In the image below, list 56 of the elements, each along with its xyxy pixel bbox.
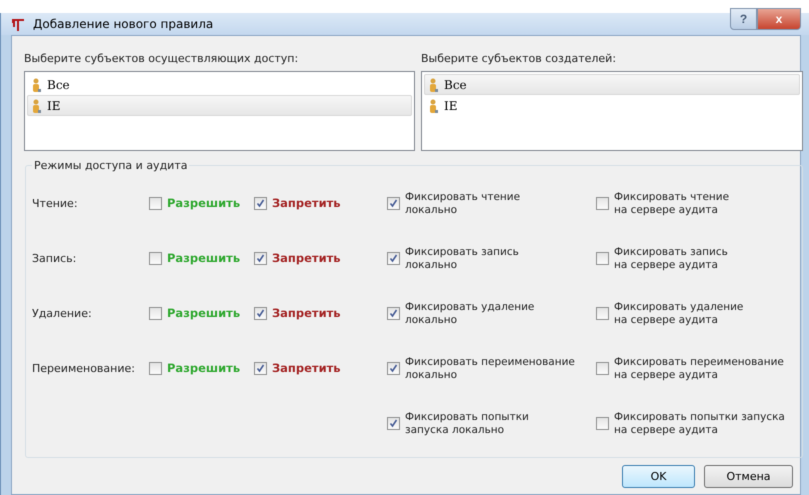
- checkbox-label: Фиксировать удаление на сервере аудита: [614, 300, 744, 326]
- checkbox[interactable]: [387, 362, 400, 375]
- checkbox[interactable]: [254, 307, 267, 320]
- checkbox-label: Запретить: [272, 197, 341, 210]
- logo-icon: [11, 18, 25, 30]
- checkbox[interactable]: [387, 252, 400, 265]
- checkbox-label: Разрешить: [167, 307, 240, 320]
- row-label: Запись:: [32, 252, 78, 265]
- checkbox[interactable]: [596, 417, 609, 430]
- checkbox-label: Фиксировать запись локально: [405, 246, 519, 272]
- checkbox[interactable]: [387, 417, 400, 430]
- checkbox-label: Фиксировать чтение на сервере аудита: [614, 190, 730, 216]
- row-label: Удаление:: [32, 307, 93, 320]
- checkbox[interactable]: [596, 307, 609, 320]
- checkbox-label: Фиксировать чтение локально: [405, 190, 520, 216]
- checkbox[interactable]: [149, 252, 162, 265]
- checkbox-label: Фиксировать попытки запуска на сервере аудита: [614, 410, 785, 436]
- checkbox-label: Запретить: [272, 252, 341, 265]
- user-icon: [32, 98, 41, 112]
- cancel-button[interactable]: Отмена: [704, 465, 793, 488]
- list-item[interactable]: IE: [27, 95, 412, 116]
- checkbox[interactable]: [254, 252, 267, 265]
- user-icon: [429, 78, 438, 92]
- list-item[interactable]: Все: [27, 74, 412, 95]
- checkbox[interactable]: [596, 362, 609, 375]
- row-label: Переименование:: [32, 362, 136, 375]
- checkbox-label: Фиксировать переименование локально: [405, 356, 575, 382]
- row-label: Чтение:: [32, 197, 79, 210]
- checkbox-label: Запретить: [272, 307, 341, 320]
- checkbox-label: Фиксировать попытки запуска локально: [405, 410, 529, 436]
- checkbox-label: Запретить: [272, 362, 341, 375]
- checkbox-label: Разрешить: [167, 252, 240, 265]
- list-label: Выберите субъектов осуществляющих доступ:: [24, 52, 300, 65]
- checkbox-label: Разрешить: [167, 197, 240, 210]
- checkbox[interactable]: [387, 307, 400, 320]
- checkbox-label: Фиксировать запись на сервере аудита: [614, 246, 728, 272]
- checkbox-label: Разрешить: [167, 362, 240, 375]
- group-title: Режимы доступа и аудита: [33, 159, 188, 172]
- user-icon: [32, 78, 41, 92]
- checkbox[interactable]: [149, 362, 162, 375]
- checkbox[interactable]: [596, 197, 609, 210]
- list-label: Выберите субъектов создателей:: [421, 52, 618, 65]
- checkbox[interactable]: [149, 197, 162, 210]
- ok-button[interactable]: OK: [622, 465, 695, 488]
- checkbox[interactable]: [254, 362, 267, 375]
- checkbox[interactable]: [596, 252, 609, 265]
- checkbox[interactable]: [149, 307, 162, 320]
- user-icon: [429, 98, 438, 112]
- checkbox[interactable]: [254, 197, 267, 210]
- help-button[interactable]: ?: [730, 8, 757, 30]
- checkbox[interactable]: [387, 197, 400, 210]
- list-item[interactable]: IE: [424, 95, 800, 116]
- checkbox-label: Фиксировать переименование на сервере аудита: [614, 356, 784, 382]
- list-item[interactable]: Все: [424, 74, 800, 95]
- window-title: Добавление нового правила: [33, 17, 214, 31]
- checkbox-label: Фиксировать удаление локально: [405, 300, 534, 326]
